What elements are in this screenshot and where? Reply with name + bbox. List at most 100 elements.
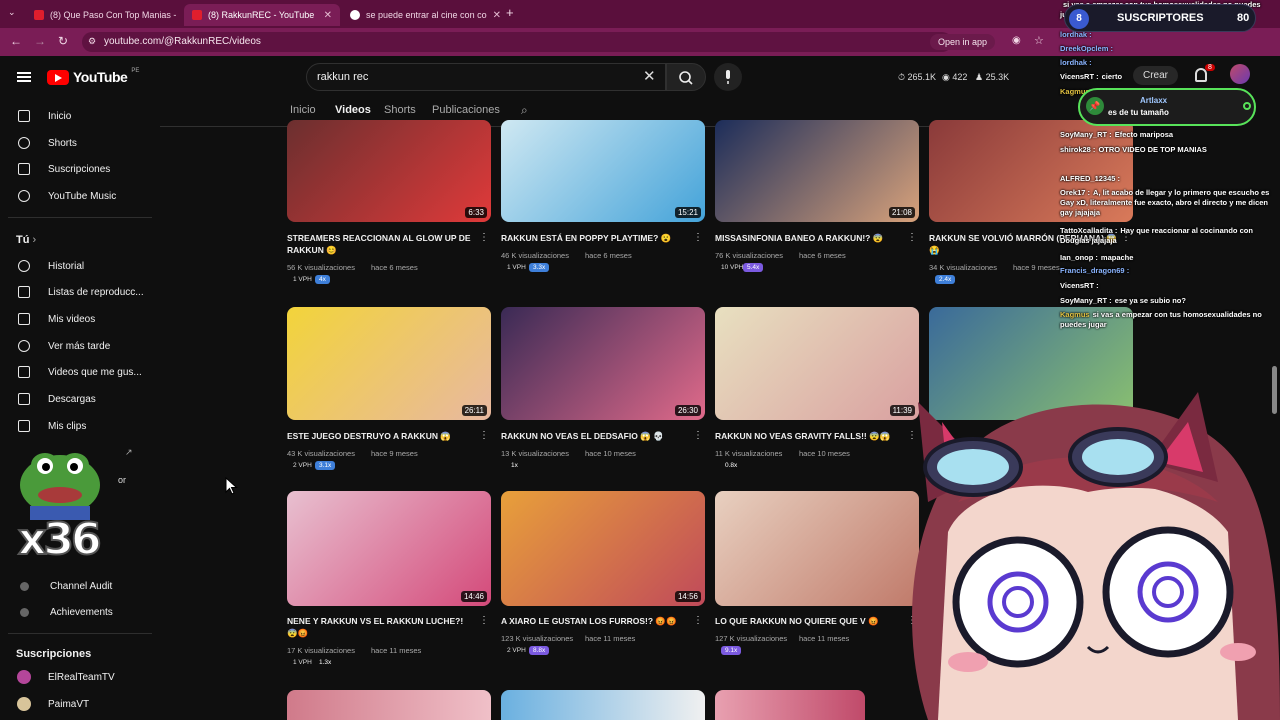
mouse-cursor-icon <box>225 477 238 495</box>
vph-badge: 2 VPH <box>293 462 312 469</box>
new-tab-button[interactable]: + <box>506 5 514 20</box>
video-title[interactable]: MISSASINFONIA BANEO A RAKKUN!? 😨 <box>715 232 903 244</box>
tab-shorts[interactable]: Shorts <box>384 104 416 116</box>
external-link-icon[interactable]: ↗ <box>125 447 133 458</box>
video-thumbnail[interactable]: 14:46 <box>287 491 491 606</box>
video-thumbnail-partial[interactable] <box>715 690 865 720</box>
forward-arrow-icon[interactable]: → <box>34 34 46 48</box>
sidebar-item-achievements[interactable]: Achievements <box>0 599 160 625</box>
stat-value: 422 <box>952 72 968 82</box>
browser-tab-1[interactable]: (8) Que Paso Con Top Manias - ✕ <box>26 4 178 26</box>
divider <box>8 217 152 218</box>
open-in-app-label: Open in app <box>938 37 988 47</box>
sidebar-item-ver-mas-tarde[interactable]: Ver más tarde <box>0 333 160 359</box>
video-thumbnail[interactable]: 14:56 <box>501 491 705 606</box>
reload-icon[interactable]: ↻ <box>58 34 68 48</box>
clear-search-icon[interactable]: ✕ <box>643 67 656 85</box>
sidebar-item-listas[interactable]: Listas de reproducc... <box>0 279 160 305</box>
bookmark-star-icon[interactable]: ☆ <box>1034 34 1044 47</box>
stream-chat-overlay: si vas a empezar con tus homosexualidade… <box>1056 0 1280 335</box>
site-info-icon[interactable]: ⚙ <box>88 36 96 47</box>
sidebar-item-inicio[interactable]: Inicio <box>0 103 160 129</box>
sidebar-item-descargas[interactable]: Descargas <box>0 386 160 412</box>
multiplier-badge: 8.8x <box>529 646 550 655</box>
tab-inicio[interactable]: Inicio <box>290 104 316 116</box>
chat-username: VicensRT : <box>1060 72 1099 81</box>
video-title[interactable]: NENE Y RAKKUN VS EL RAKKUN LUCHE?! 😨😡 <box>287 615 475 639</box>
vph-badge: 1 VPH <box>293 276 312 283</box>
chat-username: DreekOpclem : <box>1060 44 1113 53</box>
google-favicon-icon <box>350 10 360 20</box>
tab-publicaciones[interactable]: Publicaciones <box>432 104 500 116</box>
you-heading-text: Tú <box>16 234 30 246</box>
video-thumbnail-partial[interactable] <box>501 690 705 720</box>
sidebar-sub-paimavt[interactable]: PaimaVT <box>0 691 160 717</box>
more-options-icon[interactable]: ⋮ <box>693 232 703 243</box>
close-tab-icon[interactable]: ✕ <box>493 10 500 21</box>
back-arrow-icon[interactable]: ← <box>10 34 22 48</box>
pinned-message: 📌 Artlaxx es de tu tamaño <box>1078 88 1256 126</box>
chat-message: Kagmus si vas a empezar con tus homosexua… <box>1060 310 1280 330</box>
chat-message: lordhak : <box>1060 58 1280 68</box>
browser-tab-3[interactable]: se puede entrar al cine con co ✕ <box>342 4 500 26</box>
sidebar-item-youtube-music[interactable]: YouTube Music <box>0 183 160 209</box>
video-thumbnail-partial[interactable] <box>287 690 491 720</box>
video-views: 11 K visualizaciones <box>715 449 783 458</box>
video-views: 13 K visualizaciones <box>501 449 569 458</box>
more-options-icon[interactable]: ⋮ <box>693 430 703 441</box>
video-title[interactable]: A XIARO LE GUSTAN LOS FURROS!? 😡😡 <box>501 615 689 627</box>
chat-message: SoyMany_RT : ese ya se subio no? <box>1060 296 1280 306</box>
search-button[interactable] <box>666 63 706 91</box>
tab-videos[interactable]: Videos <box>335 104 371 116</box>
youtube-logo[interactable]: YouTube PE <box>47 68 139 85</box>
more-options-icon[interactable]: ⋮ <box>479 615 489 626</box>
url-field[interactable]: youtube.com/@RakkunREC/videos <box>82 32 952 52</box>
browser-tab-2[interactable]: (8) RakkunREC - YouTube ✕ <box>184 4 340 26</box>
close-tab-icon[interactable]: ✕ <box>324 10 332 21</box>
search-input[interactable]: rakkun rec <box>306 63 666 91</box>
chat-message: ALFRED_12345 : <box>1060 174 1280 184</box>
hamburger-menu-icon[interactable] <box>17 72 31 82</box>
more-options-icon[interactable]: ⋮ <box>479 430 489 441</box>
eye-off-icon[interactable]: ◉ <box>1012 35 1021 46</box>
sidebar-sub-elrealteamtv[interactable]: ElRealTeamTV <box>0 664 160 690</box>
video-title[interactable]: STREAMERS REACCIONAN AL GLOW UP DE RAKKU… <box>287 232 475 256</box>
video-thumbnail[interactable]: 26:11 <box>287 307 491 420</box>
pepe-emote-overlay: x36 <box>10 440 110 566</box>
sidebar-item-suscripciones[interactable]: Suscripciones <box>0 156 160 182</box>
video-thumbnail[interactable]: 26:30 <box>501 307 705 420</box>
shorts-icon <box>18 137 30 149</box>
youtube-favicon-icon <box>34 10 44 20</box>
video-age: hace 10 meses <box>585 449 636 458</box>
video-age: hace 11 meses <box>371 646 422 655</box>
sidebar-item-shorts[interactable]: Shorts <box>0 130 160 156</box>
tab-search-icon[interactable]: ⌄ <box>8 7 16 18</box>
home-icon <box>18 110 30 122</box>
chat-username: SoyMany_RT : <box>1060 296 1112 305</box>
video-title[interactable]: RAKKUN ESTÁ EN POPPY PLAYTIME? 😮 <box>501 232 689 244</box>
sidebar-item-historial[interactable]: Historial <box>0 253 160 279</box>
channel-search-icon[interactable]: ⌕ <box>521 103 528 118</box>
sidebar-item-mis-videos[interactable]: Mis videos <box>0 306 160 332</box>
chat-message <box>1060 159 1280 169</box>
video-title[interactable]: ESTE JUEGO DESTRUYO A RAKKUN 😱 <box>287 430 475 442</box>
video-thumbnail[interactable]: 15:21 <box>501 120 705 222</box>
history-icon <box>18 260 30 272</box>
sidebar-item-channel-audit[interactable]: Channel Audit <box>0 573 160 599</box>
open-in-app-button[interactable]: Open in app <box>930 34 996 50</box>
vph-badge: 2 VPH <box>507 647 526 654</box>
tab-title: (8) Que Paso Con Top Manias - <box>50 10 177 20</box>
video-thumbnail[interactable]: 6:33 <box>287 120 491 222</box>
you-section-heading[interactable]: Tú › <box>16 234 36 246</box>
more-options-icon[interactable]: ⋮ <box>479 232 489 243</box>
video-duration: 26:30 <box>674 405 701 416</box>
voice-search-button[interactable] <box>714 63 742 91</box>
video-views: 127 K visualizaciones <box>715 634 788 643</box>
sidebar-item-liked[interactable]: Videos que me gus... <box>0 359 160 385</box>
more-options-icon[interactable]: ⋮ <box>693 615 703 626</box>
sidebar-item-mis-clips[interactable]: Mis clips <box>0 413 160 439</box>
video-title[interactable]: RAKKUN NO VEAS EL DEDSAFIO 😱 💀 <box>501 430 689 442</box>
emote-count: x36 <box>17 513 103 566</box>
video-thumbnail[interactable]: 21:08 <box>715 120 919 222</box>
more-options-icon[interactable]: ⋮ <box>907 232 917 243</box>
